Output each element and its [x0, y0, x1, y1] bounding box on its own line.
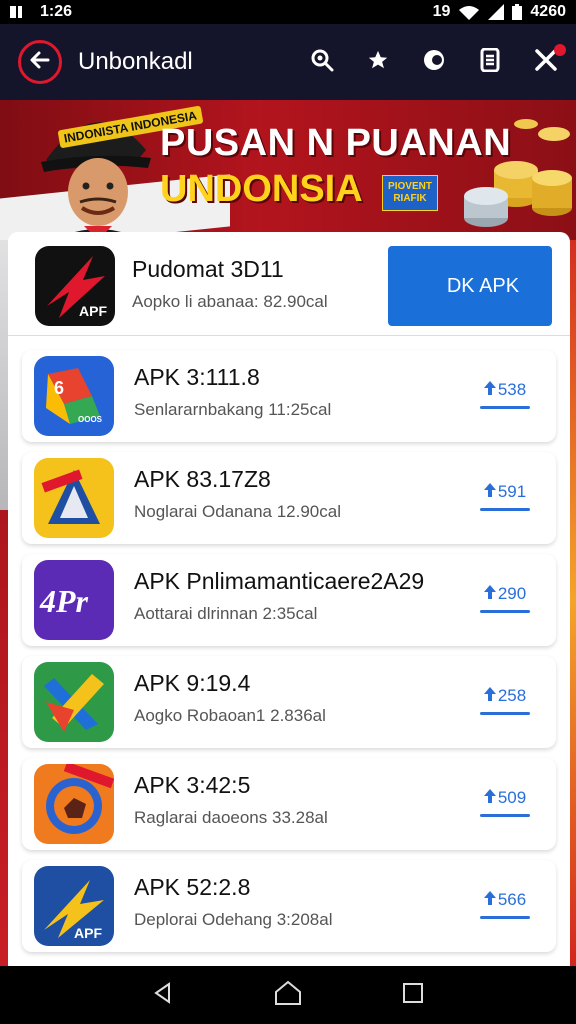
- recents-icon: [402, 982, 424, 1009]
- item-name: APK 83.17Z8: [134, 466, 271, 492]
- item-name: APK Pnlimamanticaere2A29: [134, 568, 425, 594]
- list-item[interactable]: 4Pr APK Pnlimamanticaere2A29 Aottarai dl…: [22, 554, 556, 646]
- status-time: 1:26: [40, 3, 73, 20]
- signal-small-icon: [10, 4, 32, 20]
- list-item[interactable]: APK 3:42:5 Raglarai daoeons 33.28al 509: [22, 758, 556, 850]
- home-icon: [274, 980, 302, 1011]
- item-name: APK 3:111.8: [134, 364, 260, 390]
- item-subtitle: Raglarai daoeons 33.28al: [134, 808, 328, 827]
- back-icon: [151, 981, 175, 1010]
- svg-text:OOOS: OOOS: [78, 415, 103, 424]
- battery-level: 4260: [530, 3, 566, 20]
- item-subtitle: Noglarai Odanana 12.90cal: [134, 502, 341, 521]
- download-size-button[interactable]: 566: [476, 890, 534, 919]
- list-item[interactable]: APF APK 52:2.8 Deplorai Odehang 3:208al …: [22, 860, 556, 952]
- menu-list-button[interactable]: [474, 46, 506, 78]
- list-item[interactable]: APK 9:19.4 Aogko Robaoan1 2.836al 258: [22, 656, 556, 748]
- coins-illustration: [456, 100, 576, 240]
- list-icon: [480, 47, 500, 77]
- item-size: 566: [497, 890, 527, 909]
- download-size-button[interactable]: 591: [476, 482, 534, 511]
- item-subtitle: Aogko Robaoan1 2.836al: [134, 706, 326, 725]
- item-name: APK 52:2.8: [134, 874, 251, 900]
- wifi-icon: [458, 4, 480, 20]
- app-icon: 4Pr: [34, 560, 114, 640]
- item-subtitle: Deplorai Odehang 3:208al: [134, 910, 333, 929]
- download-arrow-icon: [483, 788, 496, 808]
- app-icon: [34, 764, 114, 844]
- network-label: 19: [432, 3, 451, 20]
- back-button[interactable]: [18, 40, 62, 84]
- star-icon: [367, 49, 389, 76]
- download-arrow-icon: [483, 380, 496, 400]
- svg-text:6: 6: [54, 378, 64, 398]
- status-bar: 1:26 19 4260: [0, 0, 576, 24]
- apk-list: APF Pudomat 3D11 Aopko li abanaa: 82.90c…: [8, 232, 570, 966]
- nav-home-button[interactable]: [268, 975, 308, 1015]
- gear-search-icon: [309, 47, 335, 78]
- system-nav-bar: [0, 966, 576, 1024]
- cell-signal-icon: [488, 4, 505, 20]
- notification-dot: [554, 44, 566, 56]
- app-title: Unbonkadl: [78, 48, 193, 75]
- list-item[interactable]: 6 OOOS APK 3:111.8 Senlararnbakang 11:25…: [22, 350, 556, 442]
- list-item[interactable]: APK 83.17Z8 Noglarai Odanana 12.90cal 59…: [22, 452, 556, 544]
- download-size-button[interactable]: 509: [476, 788, 534, 817]
- item-name: APK 9:19.4: [134, 670, 251, 696]
- tools-button[interactable]: [530, 44, 566, 78]
- item-name: APK 3:42:5: [134, 772, 251, 798]
- app-icon: APF: [34, 866, 114, 946]
- screen: 1:26 19 4260 Unbonkadl INDONISTA INDONES…: [0, 0, 576, 1024]
- nav-back-button[interactable]: [143, 975, 183, 1015]
- banner-subtitle: UNDONSIA: [160, 168, 363, 210]
- settings-search-button[interactable]: [306, 46, 338, 78]
- app-icon: [34, 662, 114, 742]
- app-icon: 6 OOOS: [34, 356, 114, 436]
- svg-text:APF: APF: [74, 925, 102, 941]
- download-arrow-icon: [483, 584, 496, 604]
- battery-icon: [512, 4, 523, 20]
- download-arrow-icon: [483, 890, 496, 910]
- svg-text:APF: APF: [79, 303, 107, 319]
- download-size-button[interactable]: 258: [476, 686, 534, 715]
- item-size: 591: [497, 482, 527, 501]
- item-size: 509: [497, 788, 527, 807]
- app-icon: [34, 458, 114, 538]
- nav-recents-button[interactable]: [393, 975, 433, 1015]
- item-subtitle: Aottarai dlrinnan 2:35cal: [134, 604, 318, 623]
- refresh-button[interactable]: [418, 46, 450, 78]
- item-subtitle: Senlararnbakang 11:25cal: [134, 400, 332, 419]
- featured-item-name: Pudomat 3D11: [132, 256, 284, 282]
- promo-banner[interactable]: INDONISTA INDONESIA PUSAN N PUANAN UNDON…: [0, 100, 576, 240]
- refresh-icon: [421, 47, 447, 78]
- download-arrow-icon: [483, 482, 496, 502]
- download-apk-button[interactable]: DK APK: [388, 246, 552, 326]
- favorite-button[interactable]: [362, 46, 394, 78]
- download-arrow-icon: [483, 686, 496, 706]
- download-size-button[interactable]: 538: [476, 380, 534, 409]
- banner-badge: PIOVENT RIAFIK: [382, 175, 438, 211]
- item-size: 258: [497, 686, 527, 705]
- featured-app-icon: APF: [35, 246, 115, 326]
- app-bar: Unbonkadl: [0, 24, 576, 100]
- featured-item[interactable]: APF Pudomat 3D11 Aopko li abanaa: 82.90c…: [8, 232, 570, 336]
- featured-item-subtitle: Aopko li abanaa: 82.90cal: [132, 292, 328, 311]
- item-size: 290: [497, 584, 527, 603]
- download-size-button[interactable]: 290: [476, 584, 534, 613]
- svg-text:4Pr: 4Pr: [39, 583, 89, 619]
- item-size: 538: [497, 380, 527, 399]
- arrow-left-icon: [28, 48, 52, 77]
